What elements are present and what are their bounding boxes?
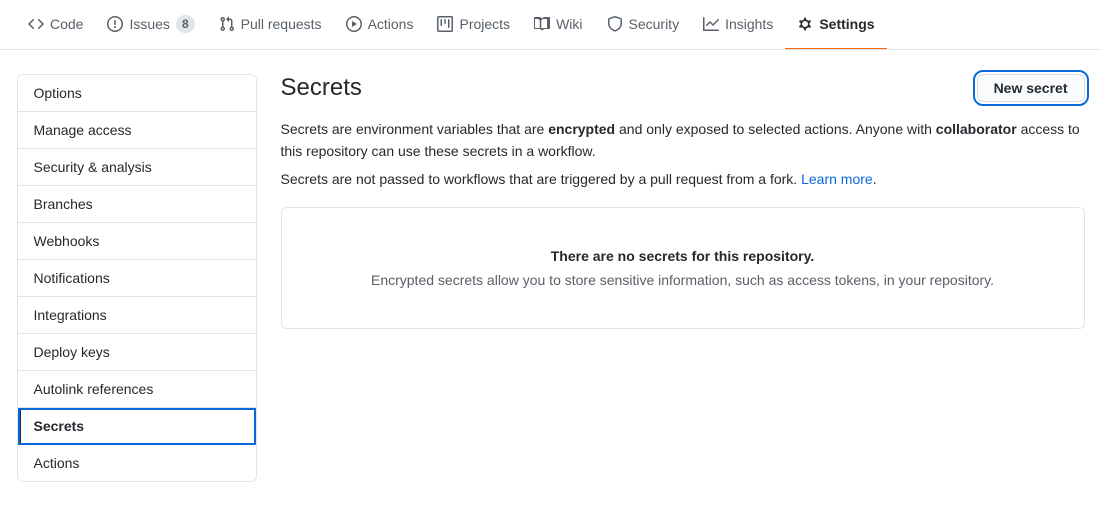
nav-item-code[interactable]: Code (16, 0, 95, 50)
nav-label-pull-requests: Pull requests (241, 16, 322, 32)
page-title: Secrets (281, 74, 362, 102)
learn-more-link[interactable]: Learn more (801, 171, 873, 187)
nav-label-wiki: Wiki (556, 16, 582, 32)
sidebar-item-options[interactable]: Options (18, 75, 256, 112)
issues-badge: 8 (176, 15, 195, 33)
nav-item-issues[interactable]: Issues 8 (95, 0, 206, 50)
sidebar-item-secrets[interactable]: Secrets (18, 408, 256, 445)
nav-item-projects[interactable]: Projects (425, 0, 522, 50)
nav-label-projects: Projects (459, 16, 510, 32)
sidebar-item-actions[interactable]: Actions (18, 445, 256, 481)
sidebar-item-webhooks[interactable]: Webhooks (18, 223, 256, 260)
main-content: Secrets New secret Secrets are environme… (281, 74, 1085, 482)
layout: Options Manage access Security & analysi… (1, 50, 1101, 506)
settings-nav-icon (797, 16, 813, 32)
nav-label-code: Code (50, 16, 83, 32)
sidebar-item-autolink-references[interactable]: Autolink references (18, 371, 256, 408)
empty-state: There are no secrets for this repository… (281, 207, 1085, 329)
nav-label-settings: Settings (819, 16, 874, 32)
sidebar-item-manage-access[interactable]: Manage access (18, 112, 256, 149)
projects-icon (437, 16, 453, 32)
new-secret-button[interactable]: New secret (977, 74, 1085, 102)
top-nav: Code Issues 8 Pull requests Actions Proj… (0, 0, 1101, 50)
nav-item-pull-requests[interactable]: Pull requests (207, 0, 334, 50)
wiki-icon (534, 16, 550, 32)
actions-nav-icon (346, 16, 362, 32)
pull-request-icon (219, 16, 235, 32)
description-note: Secrets are not passed to workflows that… (281, 171, 1085, 187)
description-line1: Secrets are environment variables that a… (281, 118, 1085, 163)
code-icon (28, 16, 44, 32)
nav-item-wiki[interactable]: Wiki (522, 0, 594, 50)
sidebar-item-notifications[interactable]: Notifications (18, 260, 256, 297)
nav-label-insights: Insights (725, 16, 773, 32)
nav-item-actions[interactable]: Actions (334, 0, 426, 50)
sidebar-item-branches[interactable]: Branches (18, 186, 256, 223)
nav-label-actions: Actions (368, 16, 414, 32)
insights-icon (703, 16, 719, 32)
nav-item-insights[interactable]: Insights (691, 0, 785, 50)
nav-item-security[interactable]: Security (595, 0, 692, 50)
sidebar: Options Manage access Security & analysi… (17, 74, 257, 482)
issues-icon (107, 16, 123, 32)
sidebar-item-security-analysis[interactable]: Security & analysis (18, 149, 256, 186)
page-header: Secrets New secret (281, 74, 1085, 102)
empty-state-desc: Encrypted secrets allow you to store sen… (306, 272, 1060, 288)
description-bold-encrypted: encrypted (548, 121, 615, 137)
sidebar-item-integrations[interactable]: Integrations (18, 297, 256, 334)
empty-state-title: There are no secrets for this repository… (306, 248, 1060, 264)
description-bold-collaborator: collaborator (936, 121, 1017, 137)
nav-item-settings[interactable]: Settings (785, 0, 886, 50)
sidebar-item-deploy-keys[interactable]: Deploy keys (18, 334, 256, 371)
nav-label-security: Security (629, 16, 680, 32)
nav-label-issues: Issues (129, 16, 169, 32)
security-nav-icon (607, 16, 623, 32)
